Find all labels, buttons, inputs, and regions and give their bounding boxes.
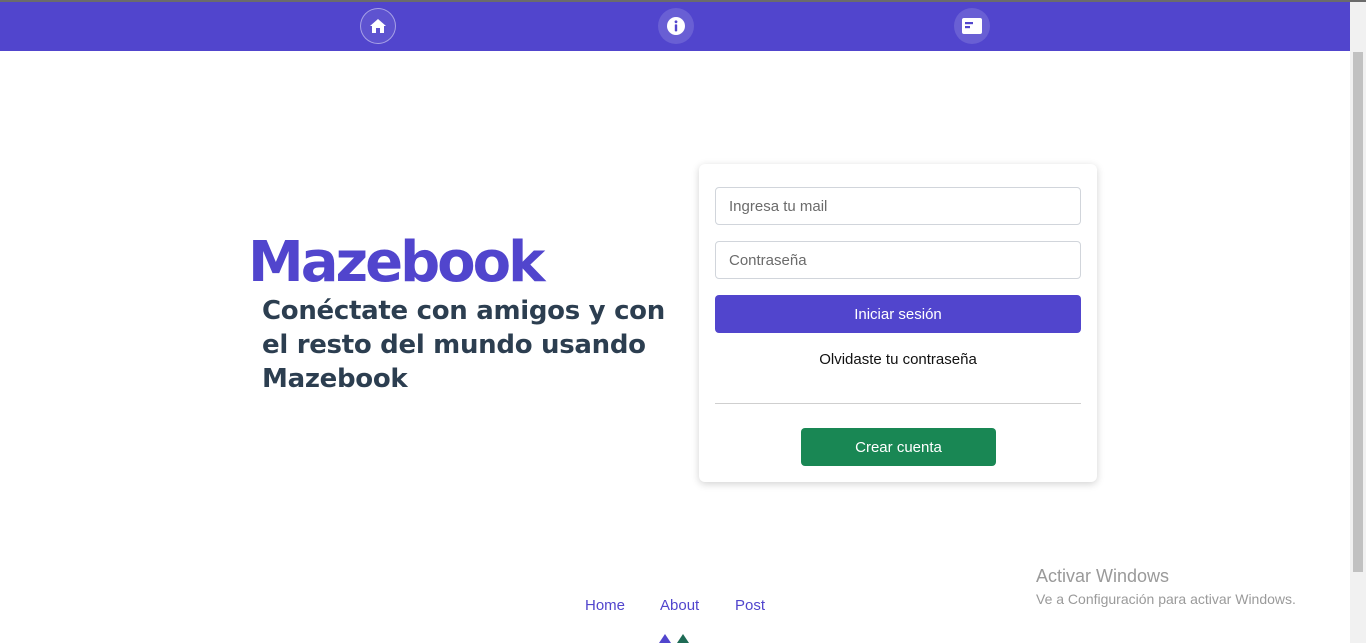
page-scrollbar[interactable] (1350, 2, 1366, 643)
password-field[interactable] (715, 241, 1081, 279)
footer-link-about[interactable]: About (660, 597, 699, 614)
footer-logo-icon (659, 634, 689, 643)
info-icon (667, 17, 685, 35)
brand-logo-text: Mazebook (248, 230, 545, 295)
post-icon (962, 18, 982, 34)
hero-tagline: Conéctate con amigos y con el resto del … (262, 296, 665, 394)
create-account-button[interactable]: Crear cuenta (801, 428, 996, 466)
login-button[interactable]: Iniciar sesión (715, 295, 1081, 333)
home-icon (370, 19, 386, 33)
forgot-password-link[interactable]: Olvidaste tu contraseña (715, 351, 1081, 368)
nav-about-button[interactable] (658, 8, 694, 44)
scrollbar-thumb[interactable] (1353, 52, 1363, 572)
footer-link-home[interactable]: Home (585, 597, 625, 614)
windows-activation-title: Activar Windows (1036, 566, 1170, 586)
top-navbar (0, 2, 1350, 51)
login-card: Iniciar sesión Olvidaste tu contraseña C… (699, 164, 1097, 482)
nav-post-button[interactable] (954, 8, 990, 44)
email-field[interactable] (715, 187, 1081, 225)
windows-activation-subtitle: Ve a Configuración para activar Windows. (1036, 591, 1296, 607)
footer-link-post[interactable]: Post (735, 597, 765, 614)
card-divider (715, 403, 1081, 404)
nav-home-button[interactable] (360, 8, 396, 44)
